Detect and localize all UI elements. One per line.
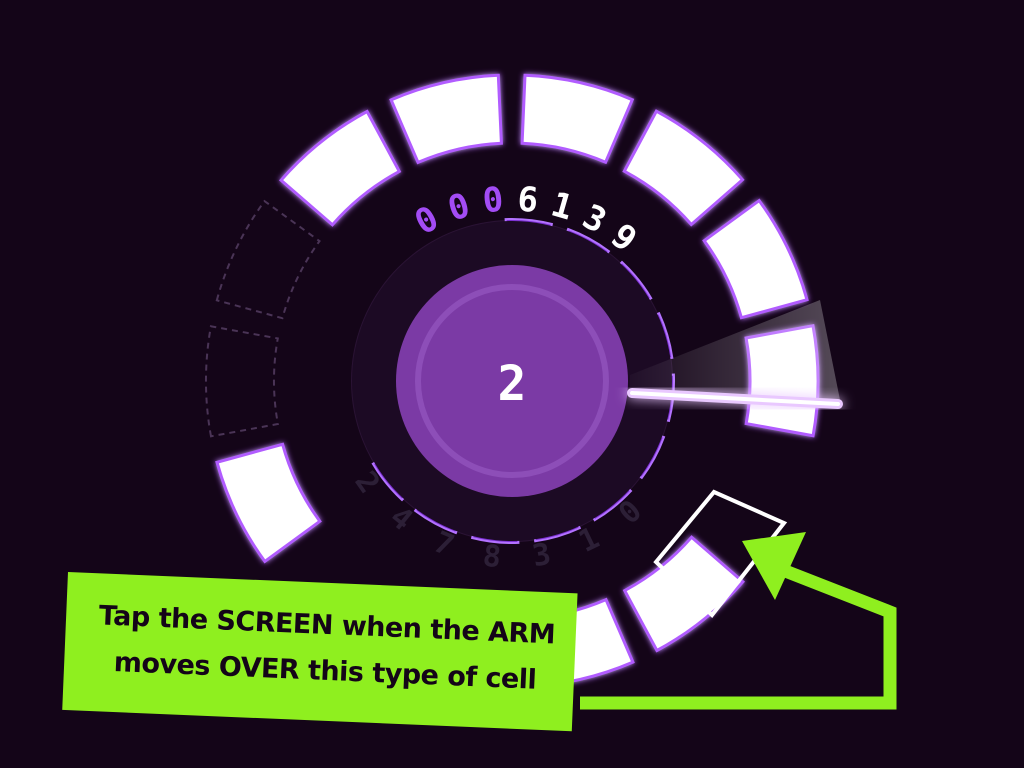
level-number: 2	[498, 356, 527, 412]
score-leading-zero: 0	[481, 180, 506, 222]
score-digit: 1	[547, 185, 578, 229]
outer-cell	[702, 198, 809, 320]
sequence-digit: 8	[481, 538, 503, 575]
game-screen[interactable]: 2 0006139 2478310 Tap the SCREEN when th…	[0, 0, 1024, 768]
score-digit: 3	[576, 197, 612, 242]
outer-cell	[215, 442, 322, 564]
sequence-digit: 1	[573, 521, 604, 560]
score-leading-zero: 0	[443, 185, 474, 229]
score-leading-zero: 0	[408, 198, 445, 243]
sequence-digit: 3	[530, 537, 554, 575]
score-digit: 6	[516, 179, 540, 221]
tip-callout: Tap the SCREEN when the ARM moves OVER t…	[62, 572, 578, 732]
outer-cell	[520, 73, 635, 165]
outer-cell	[389, 73, 503, 165]
sequence-digit: 2	[348, 465, 387, 500]
green-pointer-arrow-icon	[580, 532, 897, 710]
sequence-digit: 4	[383, 500, 419, 539]
outer-cell	[622, 109, 745, 227]
outer-cell	[278, 109, 402, 227]
outer-cell	[622, 535, 746, 653]
sequence-digit: 7	[429, 525, 459, 564]
dashed-cell-slot	[215, 199, 321, 320]
dashed-cell-slot	[204, 325, 280, 438]
